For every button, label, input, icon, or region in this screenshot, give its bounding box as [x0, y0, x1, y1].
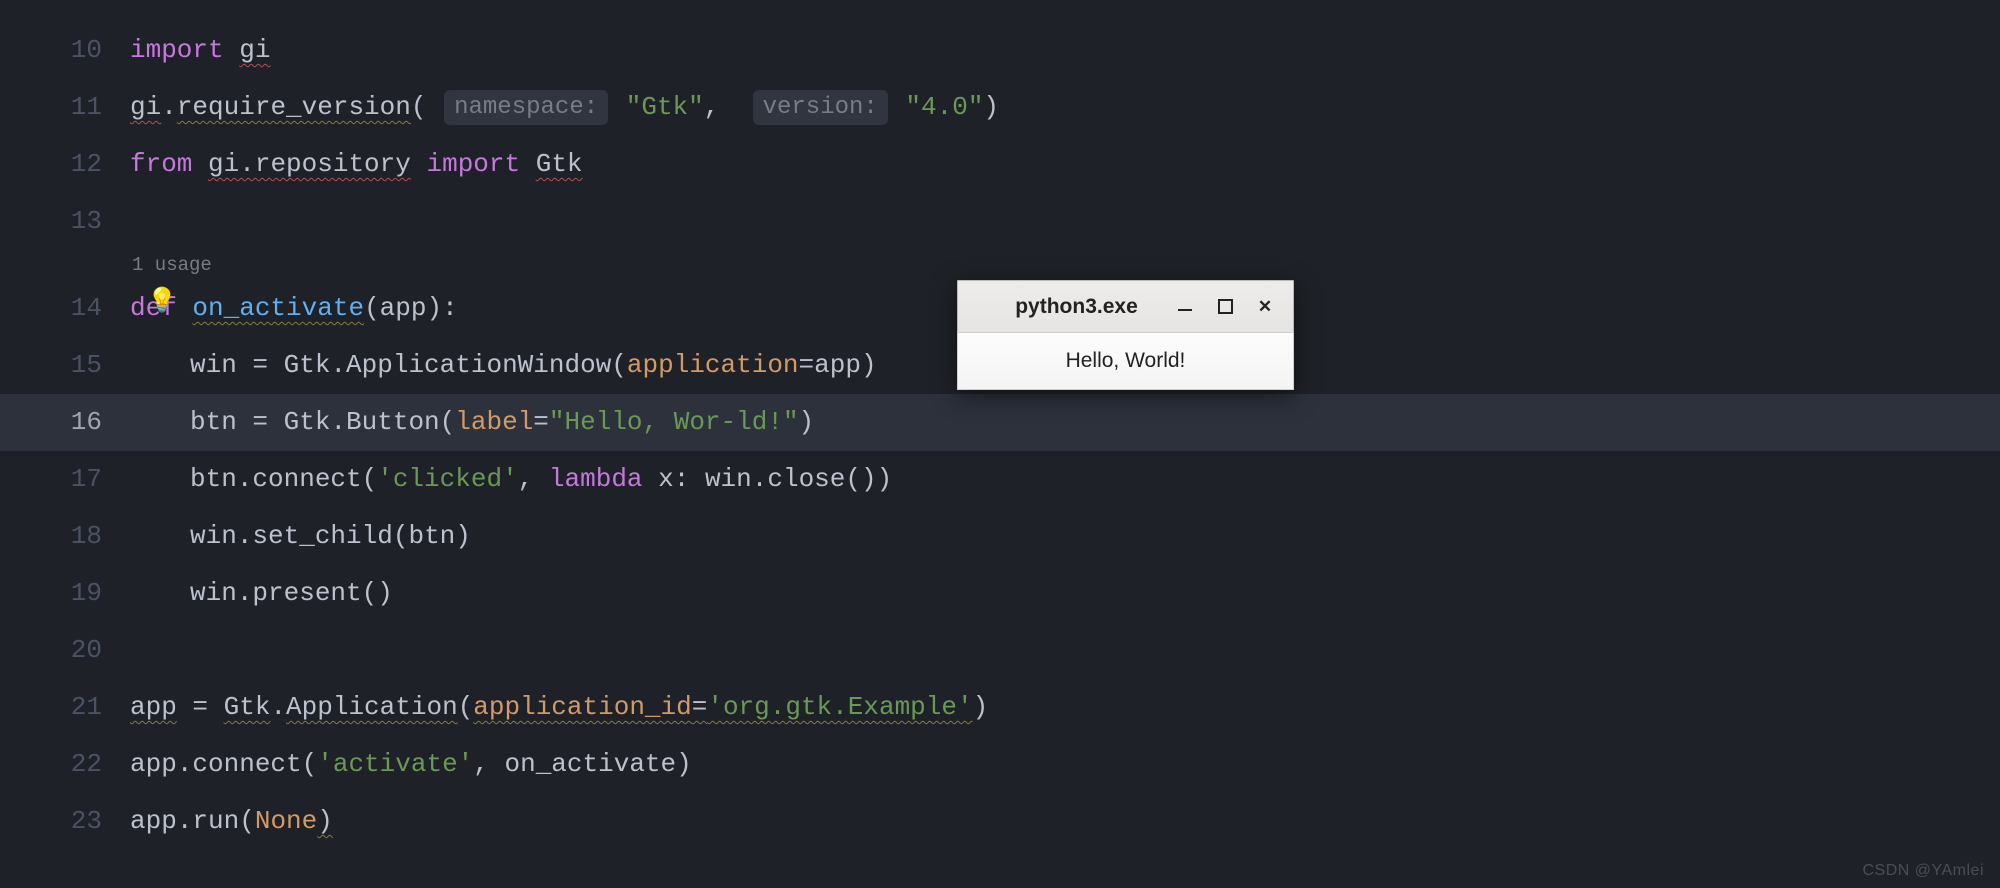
- line-number: 23: [0, 793, 102, 850]
- line-number: 19: [0, 565, 102, 622]
- hello-button[interactable]: Hello, World!: [957, 332, 1294, 390]
- code-line[interactable]: app.connect('activate', on_activate): [130, 736, 2000, 793]
- line-number-current: 16: [0, 394, 102, 451]
- line-number: 15: [0, 337, 102, 394]
- code-area[interactable]: import gi gi.require_version( namespace:…: [130, 0, 2000, 888]
- code-line[interactable]: win.set_child(btn): [130, 508, 2000, 565]
- watermark-text: CSDN @YAmlei: [1862, 862, 1984, 880]
- line-number: 12: [0, 136, 102, 193]
- maximize-icon[interactable]: [1205, 287, 1245, 327]
- close-icon[interactable]: [1245, 287, 1285, 327]
- line-number: 13: [0, 193, 102, 250]
- line-number: 21: [0, 679, 102, 736]
- window-title: python3.exe: [958, 295, 1165, 319]
- window-controls: [1165, 287, 1293, 327]
- code-line[interactable]: [130, 193, 2000, 250]
- window-titlebar[interactable]: python3.exe: [958, 281, 1293, 333]
- line-number: 11: [0, 79, 102, 136]
- code-line[interactable]: from gi.repository import Gtk: [130, 136, 2000, 193]
- code-line[interactable]: app = Gtk.Application(application_id='or…: [130, 679, 2000, 736]
- inlay-hint: namespace:: [444, 90, 608, 126]
- line-number: 20: [0, 622, 102, 679]
- code-line[interactable]: btn.connect('clicked', lambda x: win.clo…: [130, 451, 2000, 508]
- line-number-gutter: 10 11 12 13 14 15 16 17 18 19 20 21 22 2…: [0, 0, 130, 888]
- line-number: 14: [0, 280, 102, 337]
- code-line[interactable]: [130, 622, 2000, 679]
- minimize-icon[interactable]: [1165, 290, 1205, 330]
- code-editor: 10 11 12 13 14 15 16 17 18 19 20 21 22 2…: [0, 0, 2000, 888]
- usages-inlay[interactable]: 1 usage: [130, 250, 2000, 280]
- line-number: 22: [0, 736, 102, 793]
- code-line[interactable]: app.run(None): [130, 793, 2000, 850]
- line-number: 18: [0, 508, 102, 565]
- code-line[interactable]: import gi: [130, 22, 2000, 79]
- code-line[interactable]: gi.require_version( namespace: "Gtk", ve…: [130, 79, 2000, 136]
- inlay-hint: version:: [753, 90, 888, 126]
- line-number: 10: [0, 22, 102, 79]
- app-window[interactable]: python3.exe Hello, World!: [957, 280, 1294, 390]
- lightbulb-icon[interactable]: 💡: [147, 286, 177, 316]
- code-line-current[interactable]: btn = Gtk.Button(label="Hello, Wor-ld!"): [130, 394, 2000, 451]
- code-line[interactable]: win.present(): [130, 565, 2000, 622]
- line-number: 17: [0, 451, 102, 508]
